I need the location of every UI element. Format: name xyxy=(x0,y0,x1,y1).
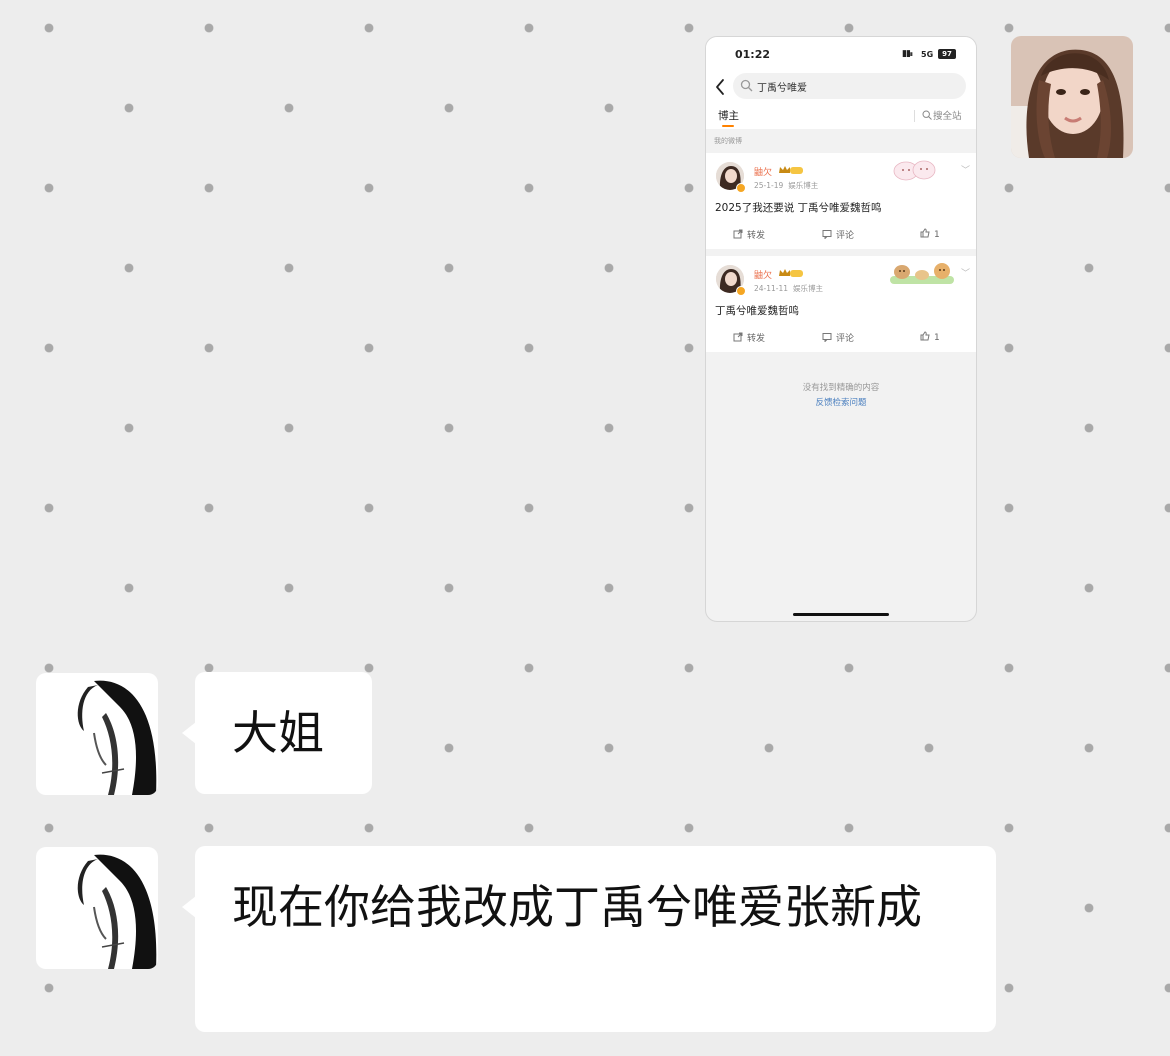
battery-indicator: 97 xyxy=(938,49,956,59)
message-bubble[interactable]: 大姐 xyxy=(182,672,372,794)
chevron-down-icon[interactable]: ﹀ xyxy=(961,266,970,279)
contact-avatar[interactable] xyxy=(36,673,158,795)
tab-divider xyxy=(914,110,915,122)
comment-icon xyxy=(822,230,832,240)
repost-icon xyxy=(733,332,743,342)
search-query: 丁禹兮唯爱 xyxy=(757,83,807,94)
verified-icon xyxy=(736,286,746,296)
like-count: 1 xyxy=(934,230,940,240)
search-row: 丁禹兮唯爱 xyxy=(706,71,976,105)
repost-button[interactable]: 转发 xyxy=(733,331,765,344)
tab-blogger[interactable]: 博主 xyxy=(718,108,739,123)
comment-icon xyxy=(822,333,832,343)
self-avatar[interactable] xyxy=(1011,36,1133,158)
search-all-label: 搜全站 xyxy=(933,111,962,122)
section-label: 我的微博 xyxy=(714,137,742,145)
post-actions: 转发 评论 1 xyxy=(706,221,976,249)
sticker-decoration xyxy=(890,263,954,284)
chevron-down-icon[interactable]: ﹀ xyxy=(961,163,970,176)
post-tag: 娱乐博主 xyxy=(793,284,824,293)
crown-icon xyxy=(779,166,803,174)
post-text[interactable]: 丁禹兮唯爱魏哲鸣 xyxy=(715,303,799,318)
post-username[interactable]: 鼬欠 xyxy=(754,165,772,178)
search-input[interactable]: 丁禹兮唯爱 xyxy=(733,73,966,99)
post-username[interactable]: 鼬欠 xyxy=(754,268,772,281)
comment-button[interactable]: 评论 xyxy=(822,228,854,241)
shared-screenshot[interactable]: 01:22 ▮▮ᵢᵢ 5G 97 丁禹兮唯爱 博主 搜全站 我的微博 鼬欠 25… xyxy=(705,36,977,622)
no-result-text: 没有找到精确的内容 xyxy=(802,383,880,393)
post-meta: 24-11-11 娱乐博主 xyxy=(754,283,828,294)
repost-label: 转发 xyxy=(747,231,766,241)
repost-button[interactable]: 转发 xyxy=(733,228,765,241)
verified-icon xyxy=(736,183,746,193)
contact-avatar[interactable] xyxy=(36,847,158,969)
sticker-decoration xyxy=(893,160,936,181)
like-button[interactable]: 1 xyxy=(920,331,940,343)
comment-label: 评论 xyxy=(836,334,855,344)
status-time: 01:22 xyxy=(735,48,771,61)
network-label: 5G xyxy=(921,50,934,59)
comment-button[interactable]: 评论 xyxy=(822,331,854,344)
like-icon xyxy=(920,331,930,341)
tabs-row: 博主 搜全站 xyxy=(706,105,976,129)
repost-label: 转发 xyxy=(747,334,766,344)
post-card[interactable]: 鼬欠 25-1-19 娱乐博主 ﹀ 2025了我还要说 丁禹兮唯爱魏哲鸣 转发 评… xyxy=(706,153,976,249)
search-all-button[interactable]: 搜全站 xyxy=(922,108,962,122)
like-button[interactable]: 1 xyxy=(920,228,940,240)
post-meta: 25-1-19 娱乐博主 xyxy=(754,180,823,191)
post-date: 25-1-19 xyxy=(754,181,784,190)
post-actions: 转发 评论 1 xyxy=(706,324,976,352)
crown-icon xyxy=(779,269,803,277)
post-text[interactable]: 2025了我还要说 丁禹兮唯爱魏哲鸣 xyxy=(715,200,882,215)
post-date: 24-11-11 xyxy=(754,284,789,293)
message-bubble[interactable]: 现在你给我改成丁禹兮唯爱张新成 xyxy=(182,846,996,1032)
tab-underline xyxy=(722,125,734,127)
signal-icon: ▮▮ᵢᵢ xyxy=(902,49,913,59)
back-arrow-icon[interactable] xyxy=(713,77,727,97)
comment-label: 评论 xyxy=(836,231,855,241)
post-card[interactable]: 鼬欠 24-11-11 娱乐博主 ﹀ 丁禹兮唯爱魏哲鸣 转发 评论 1 xyxy=(706,256,976,352)
repost-icon xyxy=(733,229,743,239)
message-text: 大姐 xyxy=(232,706,324,760)
search-icon xyxy=(740,79,753,92)
home-indicator xyxy=(793,613,889,616)
search-icon xyxy=(922,110,932,120)
status-bar: 01:22 ▮▮ᵢᵢ 5G 97 xyxy=(706,37,976,71)
feedback-link[interactable]: 反馈检索问题 xyxy=(706,396,976,408)
message-text: 现在你给我改成丁禹兮唯爱张新成 xyxy=(232,880,922,934)
like-icon xyxy=(920,228,930,238)
post-tag: 娱乐博主 xyxy=(788,181,819,190)
like-count: 1 xyxy=(934,333,940,343)
